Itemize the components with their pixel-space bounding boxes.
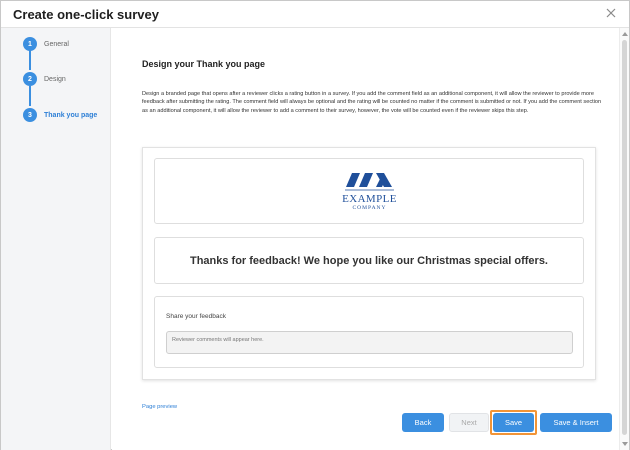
wizard-steps-sidebar: 1 General 2 Design 3 Thank you page (1, 28, 111, 450)
scroll-up-arrow-icon[interactable] (622, 32, 628, 36)
step-label: Thank you page (44, 111, 98, 119)
step-label: Design (44, 75, 66, 83)
step-number-badge: 1 (23, 37, 37, 51)
logo-block[interactable]: EXAMPLE COMPANY (154, 158, 584, 224)
step-connector-line (29, 86, 31, 106)
vertical-scrollbar[interactable] (619, 28, 629, 450)
dialog-title: Create one-click survey (13, 7, 159, 22)
logo-text: EXAMPLE (342, 193, 397, 205)
logo-subtext: COMPANY (352, 205, 387, 211)
page-title: Design your Thank you page (142, 59, 266, 69)
feedback-field[interactable]: Reviewer comments will appear here. (166, 331, 573, 354)
step-number-badge: 2 (23, 72, 37, 86)
next-button[interactable]: Next (449, 413, 489, 432)
step-connector-line (29, 50, 31, 70)
step-general[interactable]: 1 General (23, 37, 69, 51)
feedback-block[interactable]: Share your feedback Reviewer comments wi… (154, 296, 584, 368)
logo-mark-icon (345, 173, 394, 191)
step-number-badge: 3 (23, 108, 37, 122)
thank-you-message: Thanks for feedback! We hope you like ou… (189, 254, 548, 267)
main-content: Design your Thank you page Design a bran… (112, 28, 619, 450)
thank-you-page-preview: EXAMPLE COMPANY Thanks for feedback! We … (142, 147, 596, 380)
create-survey-dialog: Create one-click survey 1 General 2 Desi… (0, 0, 630, 450)
feedback-label: Share your feedback (166, 313, 226, 320)
dialog-header: Create one-click survey (1, 1, 629, 28)
step-design[interactable]: 2 Design (23, 72, 66, 86)
page-description: Design a branded page that opens after a… (142, 91, 602, 114)
scrollbar-thumb[interactable] (622, 40, 627, 435)
save-and-insert-button[interactable]: Save & Insert (540, 413, 612, 432)
scroll-down-arrow-icon[interactable] (622, 442, 628, 446)
back-button[interactable]: Back (402, 413, 444, 432)
thank-you-message-block[interactable]: Thanks for feedback! We hope you like ou… (154, 237, 584, 284)
save-button[interactable]: Save (493, 413, 534, 432)
step-thank-you-page[interactable]: 3 Thank you page (23, 108, 97, 122)
step-label: General (44, 40, 69, 48)
company-logo: EXAMPLE COMPANY (332, 169, 407, 217)
close-icon[interactable] (603, 5, 619, 21)
page-preview-link[interactable]: Page preview (142, 404, 177, 410)
